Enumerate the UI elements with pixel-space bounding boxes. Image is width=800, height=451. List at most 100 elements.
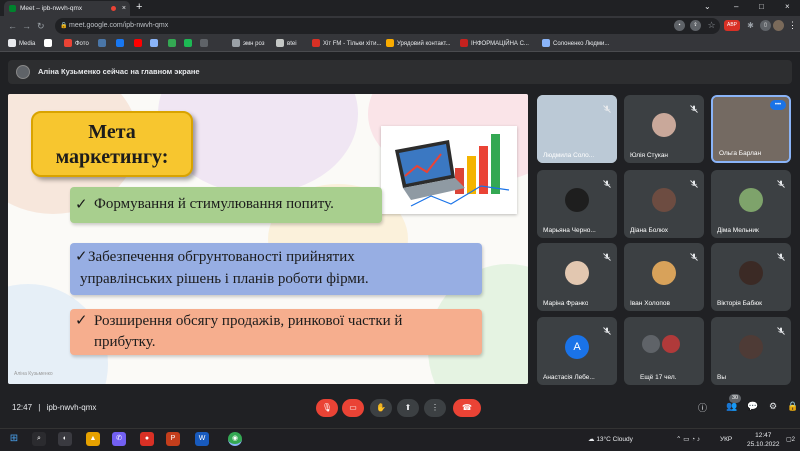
language-indicator[interactable]: УКР [720, 429, 732, 451]
participant-tile[interactable]: Людмила Соло... [537, 95, 617, 163]
participant-name: Діма Мельник [717, 227, 759, 234]
meet-favicon-icon [9, 5, 16, 12]
bookmark-favicon-icon [386, 38, 394, 47]
more-options-icon[interactable]: ••• [770, 100, 786, 110]
lock-icon: 🔒 [60, 23, 68, 29]
bookmark-item[interactable]: Фото [64, 36, 89, 52]
minimize-icon[interactable]: – [734, 0, 738, 14]
participant-name: Діана Болюх [630, 227, 669, 234]
participant-tile[interactable]: Іван Холопов [624, 243, 704, 311]
slide-heading: Мета маркетингу: [31, 111, 193, 177]
bookmark-item[interactable]: вtei [276, 36, 297, 52]
participant-tile[interactable]: Вікторія Бабюк [711, 243, 791, 311]
clock-date: 25.10.2022 [747, 441, 780, 448]
chrome-taskbar-icon[interactable]: ◉ [228, 432, 242, 446]
chat-icon[interactable]: 💬 [747, 401, 758, 412]
camera-permission-icon[interactable]: ▪ [674, 20, 685, 31]
bookmark-item[interactable]: Хіт FM - Тільки хіти... [312, 36, 381, 52]
bookmark-item[interactable] [150, 36, 161, 52]
shield-icon[interactable]: 🔒 [787, 401, 798, 412]
more-options-button[interactable]: ⋮ [424, 399, 446, 417]
item-2-line-1: Забезпечення обгрунтованості прийнятих [88, 249, 355, 265]
reload-icon[interactable]: ↻ [37, 19, 45, 33]
address-bar[interactable]: 🔒 meet.google.com/ipb-nwvh-qmx [55, 18, 720, 34]
info-icon[interactable]: ⓘ [698, 401, 707, 414]
participant-tile[interactable]: Діма Мельник [711, 170, 791, 238]
participant-avatar [662, 335, 680, 353]
bookmark-item[interactable] [184, 36, 195, 52]
bookmark-item[interactable] [200, 36, 211, 52]
mic-off-icon [690, 100, 698, 113]
weather-widget[interactable]: ☁ 13°C Cloudy [588, 429, 633, 451]
participant-tile[interactable]: Вы [711, 317, 791, 385]
check-icon: ✓ [75, 197, 88, 213]
powerpoint-taskbar-icon[interactable]: P [166, 432, 180, 446]
share-icon[interactable]: ⇪ [690, 20, 701, 31]
browser-menu-icon[interactable]: ⋮ [787, 20, 798, 31]
word-taskbar-icon[interactable]: W [195, 432, 209, 446]
raise-hand-button[interactable]: ✋ [370, 399, 392, 417]
forward-icon[interactable]: → [22, 19, 31, 33]
participant-avatar [652, 188, 676, 212]
participant-tile[interactable]: А Анастасія Лебе... [537, 317, 617, 385]
search-taskbar-icon[interactable]: ⌕ [32, 432, 46, 446]
extensions-icon[interactable]: ✱ [745, 20, 756, 31]
participant-tile[interactable]: Маріна Франко [537, 243, 617, 311]
heading-line-2: маркетингу: [55, 146, 169, 168]
app-triangle-taskbar-icon[interactable]: ▲ [86, 432, 100, 446]
notification-icon[interactable]: ▢2 [786, 429, 795, 451]
participant-name: Людмила Соло... [543, 152, 595, 159]
bookmark-label: Солоненко Людми... [553, 41, 610, 47]
participant-tile[interactable]: Ещё 17 чел. [624, 317, 704, 385]
taskbar-clock[interactable]: 12:47 25.10.2022 [747, 431, 780, 449]
heading-line-1: Мета [88, 121, 136, 143]
browser-toolbar: ← → ↻ 🔒 meet.google.com/ipb-nwvh-qmx ▪ ⇪… [0, 16, 800, 36]
present-button[interactable]: ⬆ [397, 399, 419, 417]
bookmark-item[interactable]: эмн роз [232, 36, 265, 52]
viber-taskbar-icon[interactable]: ✆ [112, 432, 126, 446]
meeting-code: ipb-nwvh-qmx [46, 403, 97, 412]
bookmark-favicon-icon [8, 38, 16, 47]
bookmark-item[interactable] [168, 36, 179, 52]
leave-call-button[interactable]: ☎ [453, 399, 481, 417]
tray-icons[interactable]: ⌃ ▭ ◔ ♪ [676, 429, 700, 451]
new-tab-button[interactable]: + [136, 0, 142, 15]
bookmark-item[interactable] [134, 36, 145, 52]
bookmark-item[interactable]: Урядовий контакт... [386, 36, 451, 52]
item-2-line-2: управлінських рішень і планів роботи фір… [80, 271, 369, 287]
tab-title: Meet – ipb-nwvh-qmx [20, 5, 83, 12]
bookmark-item[interactable]: ІНФОРМАЦІЙНА С... [460, 36, 529, 52]
adblock-extension-icon[interactable]: ABP [724, 20, 740, 31]
participant-avatar [739, 335, 763, 359]
camera-off-button[interactable]: ▭ [342, 399, 364, 417]
participant-tile[interactable]: Марьяна Черно... [537, 170, 617, 238]
browser-tab[interactable]: Meet – ipb-nwvh-qmx × [4, 1, 130, 16]
participant-name: Анастасія Лебе... [543, 374, 595, 381]
bookmark-item[interactable]: Media [8, 36, 35, 52]
windows-start-icon[interactable]: ⊞ [7, 432, 21, 446]
activities-icon[interactable]: ⚙ [769, 401, 777, 412]
participant-tile[interactable]: ••• Ольга Барлан [711, 95, 791, 163]
tab-close-icon[interactable]: × [122, 1, 126, 16]
participant-tile[interactable]: Юлія Стукан [624, 95, 704, 163]
bookmark-item[interactable]: Солоненко Людми... [542, 36, 609, 52]
tasks-taskbar-icon[interactable]: ◐ [58, 432, 72, 446]
bookmark-star-icon[interactable]: ☆ [706, 20, 717, 31]
app-red-circle-taskbar-icon[interactable]: ● [140, 432, 154, 446]
mic-off-button[interactable]: 🎙 [316, 399, 338, 417]
profile-avatar[interactable] [773, 20, 784, 31]
bookmark-item[interactable] [98, 36, 109, 52]
window-close-icon[interactable]: × [785, 0, 790, 14]
bookmark-item[interactable] [44, 36, 55, 52]
mic-off-icon [603, 322, 611, 335]
tab-search-icon[interactable]: ⌄ [704, 0, 711, 14]
back-icon[interactable]: ← [8, 19, 17, 33]
bookmark-favicon-icon [232, 38, 240, 47]
participant-avatar [652, 113, 676, 137]
mic-off-icon [777, 175, 785, 188]
participant-tile[interactable]: Діана Болюх [624, 170, 704, 238]
maximize-icon[interactable]: □ [759, 0, 764, 14]
bookmark-label: Media [19, 41, 36, 47]
sidebar-icon[interactable]: ▯ [760, 20, 771, 31]
bookmark-item[interactable] [116, 36, 127, 52]
